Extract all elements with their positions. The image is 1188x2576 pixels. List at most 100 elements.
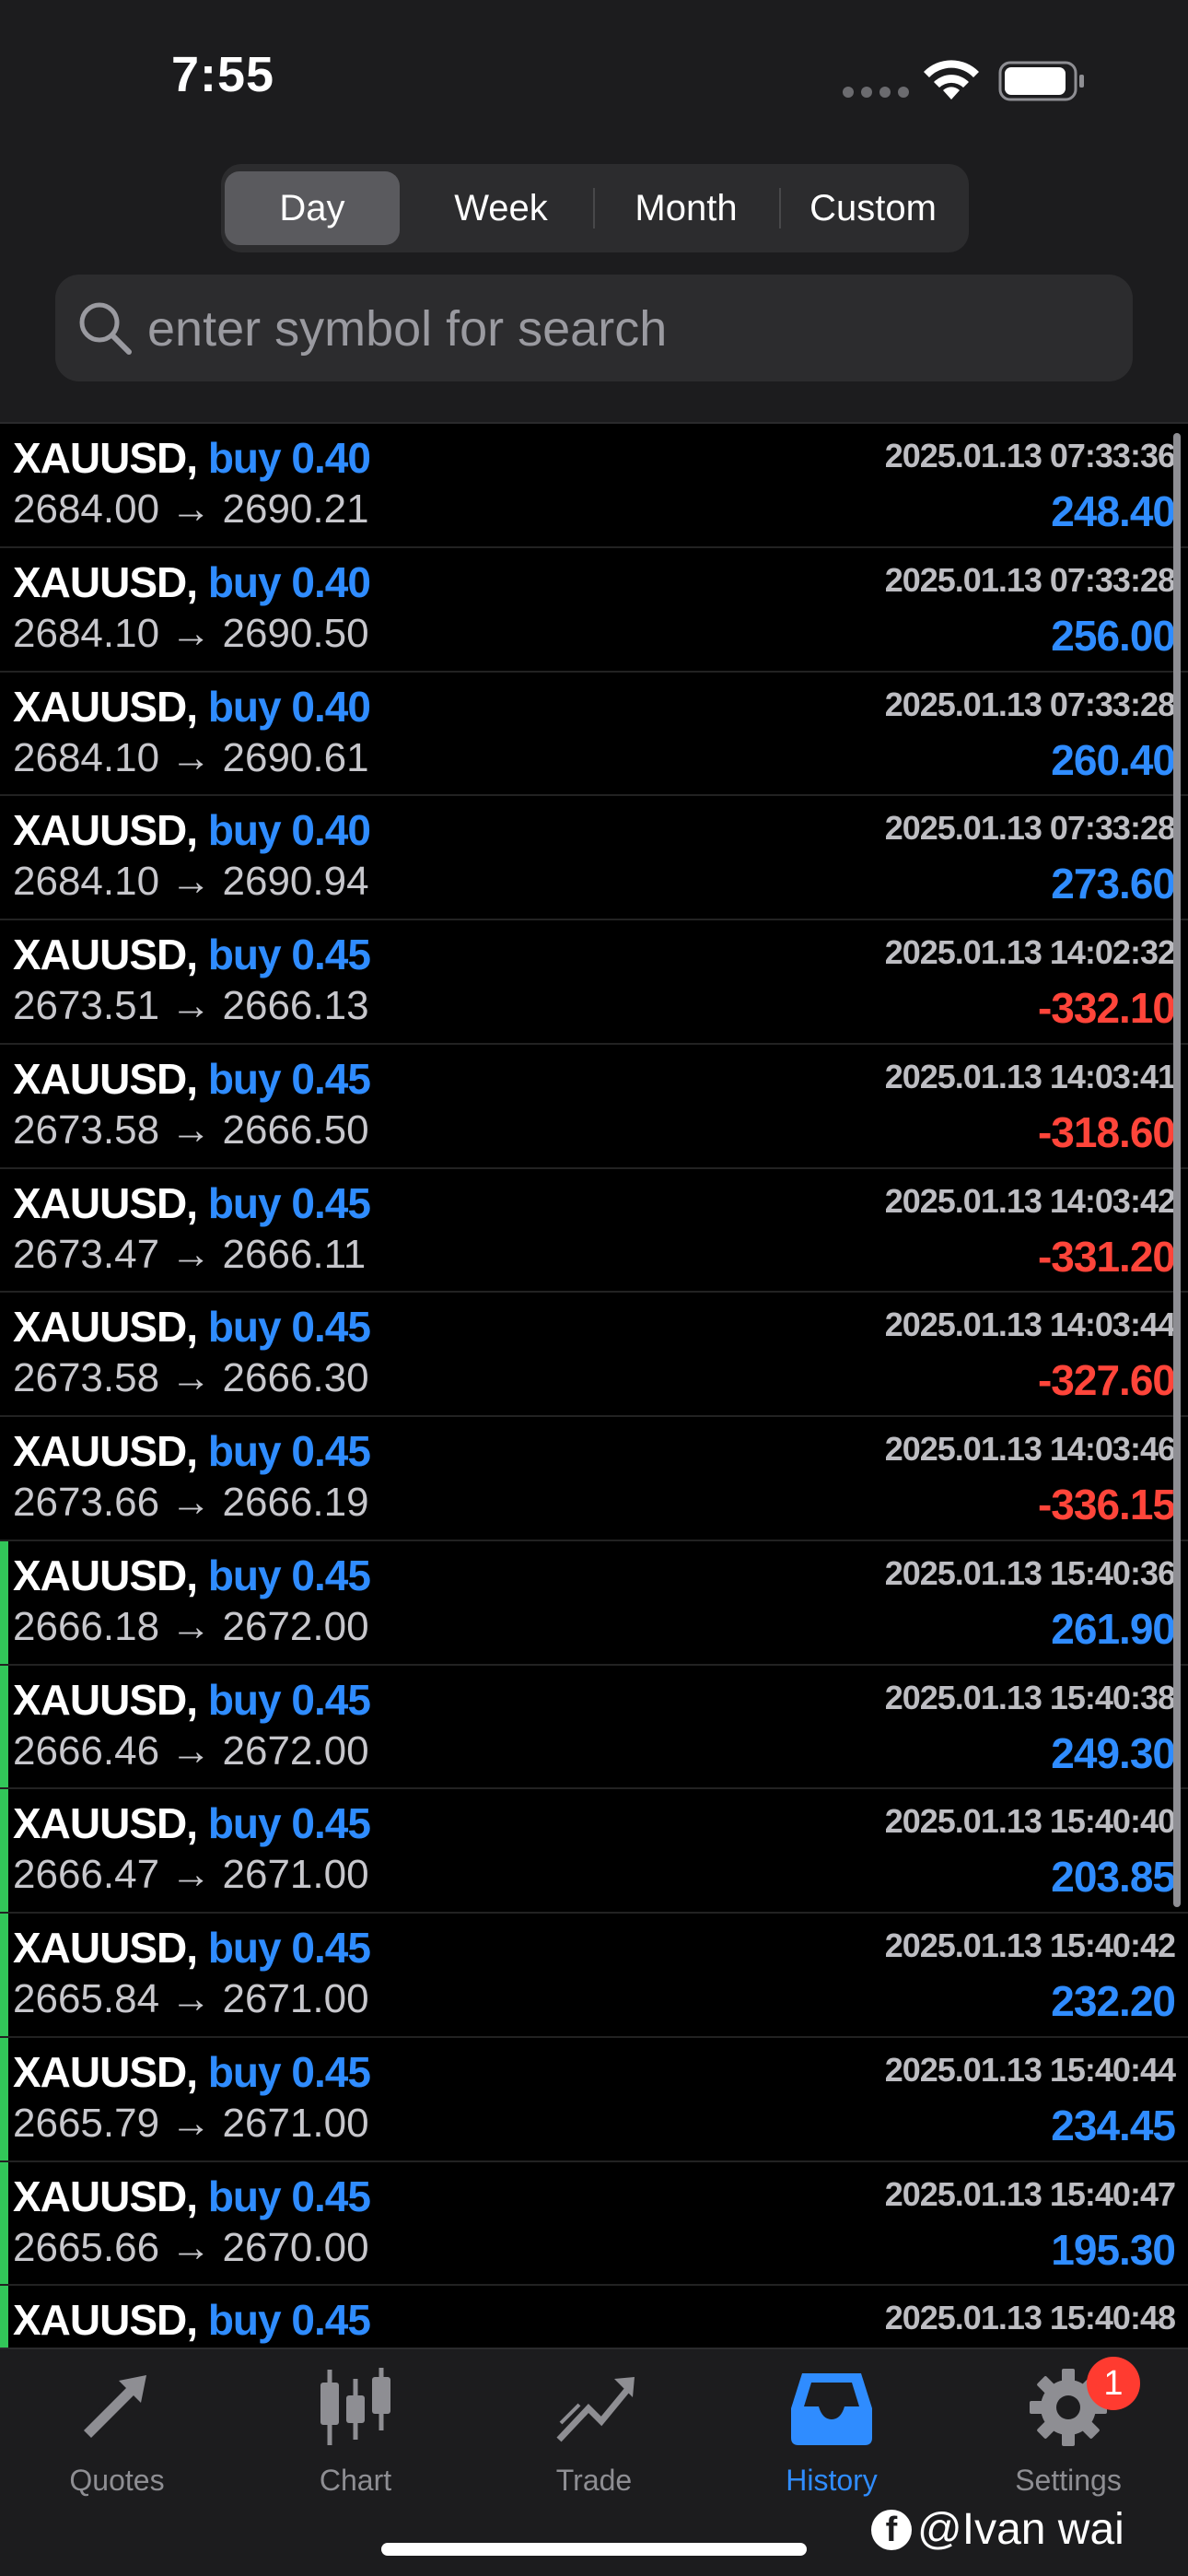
trade-time: 2025.01.13 15:40:36 — [884, 1553, 1176, 1592]
symbol-text: XAUUSD, — [13, 806, 198, 855]
trade-profit: -318.60 — [1037, 1107, 1176, 1156]
trade-history-list[interactable]: XAUUSD, buy 0.40 2025.01.13 07:33:36 2684.… — [0, 424, 1188, 2348]
search-icon — [79, 302, 132, 355]
trade-row[interactable]: XAUUSD, buy 0.40 2025.01.13 07:33:28 2684.… — [0, 673, 1188, 797]
trade-time: 2025.01.13 14:03:44 — [884, 1306, 1176, 1344]
home-indicator[interactable] — [381, 2543, 807, 2556]
trade-prices: 2673.58 → 2666.30 — [13, 1355, 369, 1401]
trade-profit: 261.90 — [1051, 1604, 1176, 1653]
scrollbar[interactable] — [1173, 433, 1181, 1907]
tab-chart[interactable]: Chart — [263, 2366, 448, 2513]
watermark-text: @Ivan wai — [917, 2505, 1124, 2554]
trade-row[interactable]: XAUUSD, buy 0.45 2025.01.13 15:40:42 2665.… — [0, 1914, 1188, 2038]
trade-row[interactable]: XAUUSD, buy 0.45 2025.01.13 14:03:41 2673.… — [0, 1045, 1188, 1169]
trade-side-volume: buy 0.45 — [207, 931, 371, 978]
status-time: 7:55 — [171, 47, 275, 102]
battery-icon — [998, 61, 1084, 101]
period-segmented-control: Day Week Month Custom — [221, 164, 969, 252]
trade-time: 2025.01.13 07:33:28 — [884, 685, 1176, 723]
trade-profit: 232.20 — [1051, 1977, 1176, 2025]
symbol-text: XAUUSD, — [13, 2047, 198, 2096]
tab-label: Chart — [319, 2464, 392, 2497]
tab-label: History — [786, 2464, 878, 2497]
trade-prices: 2665.84 → 2671.00 — [13, 1976, 369, 2021]
trade-row[interactable]: XAUUSD, buy 0.45 2025.01.13 15:40:40 2666.… — [0, 1789, 1188, 1914]
trade-profit: -327.60 — [1037, 1356, 1176, 1405]
trade-time: 2025.01.13 15:40:48 — [884, 2299, 1176, 2337]
trade-symbol: XAUUSD, buy 0.45 — [13, 1923, 371, 1973]
symbol-search-input[interactable]: enter symbol for search — [55, 275, 1133, 381]
tab-label: Settings — [1015, 2464, 1122, 2497]
trade-prices: 2673.51 → 2666.13 — [13, 983, 369, 1028]
trade-symbol: XAUUSD, buy 0.40 — [13, 805, 371, 855]
trade-time: 2025.01.13 14:03:41 — [884, 1057, 1176, 1095]
tab-label: Quotes — [69, 2464, 165, 2497]
trade-side-volume: buy 0.45 — [207, 2172, 371, 2220]
trade-symbol: XAUUSD, buy 0.45 — [13, 1178, 371, 1228]
trade-row[interactable]: XAUUSD, buy 0.45 2025.01.13 14:03:42 2673.… — [0, 1169, 1188, 1294]
trend-line-icon — [556, 2377, 635, 2442]
trade-time: 2025.01.13 15:40:44 — [884, 2050, 1176, 2089]
trade-row[interactable]: XAUUSD, buy 0.45 2025.01.13 14:03:44 2673.… — [0, 1293, 1188, 1417]
trade-side-volume: buy 0.45 — [207, 1551, 371, 1599]
trade-row[interactable]: XAUUSD, buy 0.45 2025.01.13 15:40:36 2666.… — [0, 1540, 1188, 1666]
trade-side-volume: buy 0.40 — [207, 434, 371, 482]
wifi-icon — [924, 60, 979, 100]
tab-history[interactable]: History — [740, 2366, 924, 2513]
facebook-icon: f — [871, 2509, 912, 2550]
symbol-text: XAUUSD, — [13, 1427, 198, 1475]
segment-month[interactable]: Month — [595, 171, 777, 245]
tab-trade[interactable]: Trade — [502, 2366, 686, 2513]
trade-row[interactable]: XAUUSD, buy 0.45 2025.01.13 15:40:44 2665.… — [0, 2037, 1188, 2162]
trade-row[interactable]: XAUUSD, buy 0.45 2025.01.13 14:02:32 2673.… — [0, 920, 1188, 1045]
trade-row[interactable]: XAUUSD, buy 0.45 2025.01.13 15:40:38 2666.… — [0, 1665, 1188, 1790]
trade-symbol: XAUUSD, buy 0.40 — [13, 433, 371, 483]
settings-badge: 1 — [1087, 2357, 1140, 2410]
symbol-text: XAUUSD, — [13, 2296, 198, 2345]
trade-side-volume: buy 0.45 — [207, 1178, 371, 1227]
trade-time: 2025.01.13 14:03:46 — [884, 1430, 1176, 1468]
symbol-text: XAUUSD, — [13, 1551, 198, 1599]
trade-symbol: XAUUSD, buy 0.45 — [13, 2172, 371, 2221]
trade-profit: 256.00 — [1051, 611, 1176, 660]
trade-time: 2025.01.13 14:03:42 — [884, 1181, 1176, 1220]
trade-row[interactable]: XAUUSD, buy 0.45 2025.01.13 15:40:48 — [0, 2286, 1188, 2348]
trade-side-volume: buy 0.45 — [207, 2296, 371, 2345]
trade-prices: 2684.10 → 2690.94 — [13, 859, 369, 905]
symbol-text: XAUUSD, — [13, 557, 198, 606]
trade-row[interactable]: XAUUSD, buy 0.45 2025.01.13 14:03:46 2673.… — [0, 1417, 1188, 1541]
symbol-text: XAUUSD, — [13, 1054, 198, 1103]
trade-profit: 248.40 — [1051, 487, 1176, 535]
trade-profit: 203.85 — [1051, 1853, 1176, 1902]
segment-custom[interactable]: Custom — [781, 171, 965, 245]
trade-prices: 2684.10 → 2690.50 — [13, 610, 369, 656]
trade-row[interactable]: XAUUSD, buy 0.40 2025.01.13 07:33:36 2684.… — [0, 424, 1188, 548]
symbol-text: XAUUSD, — [13, 1799, 198, 1848]
trade-side-volume: buy 0.45 — [207, 1675, 371, 1724]
trade-symbol: XAUUSD, buy 0.40 — [13, 557, 371, 607]
symbol-text: XAUUSD, — [13, 1303, 198, 1352]
trade-row[interactable]: XAUUSD, buy 0.40 2025.01.13 07:33:28 2684.… — [0, 548, 1188, 673]
signal-dots-icon — [843, 87, 909, 98]
segment-week[interactable]: Week — [411, 171, 591, 245]
trade-time: 2025.01.13 15:40:40 — [884, 1802, 1176, 1841]
trade-symbol: XAUUSD, buy 0.45 — [13, 930, 371, 979]
segment-day[interactable]: Day — [225, 171, 400, 245]
watermark: f @Ivan wai — [871, 2504, 1124, 2555]
symbol-text: XAUUSD, — [13, 434, 198, 482]
trade-time: 2025.01.13 07:33:36 — [884, 437, 1176, 474]
trade-side-volume: buy 0.40 — [207, 557, 371, 606]
tab-quotes[interactable]: Quotes — [25, 2366, 209, 2513]
trade-row[interactable]: XAUUSD, buy 0.40 2025.01.13 07:33:28 2684.… — [0, 796, 1188, 920]
symbol-text: XAUUSD, — [13, 931, 198, 978]
trade-time: 2025.01.13 07:33:28 — [884, 809, 1176, 848]
trade-symbol: XAUUSD, buy 0.45 — [13, 1302, 371, 1352]
trade-symbol: XAUUSD, buy 0.45 — [13, 1551, 371, 1600]
trade-symbol: XAUUSD, buy 0.45 — [13, 1054, 371, 1104]
trade-row[interactable]: XAUUSD, buy 0.45 2025.01.13 15:40:47 2665.… — [0, 2161, 1188, 2287]
trade-profit: 273.60 — [1051, 860, 1176, 908]
trade-symbol: XAUUSD, buy 0.45 — [13, 1798, 371, 1848]
search-placeholder: enter symbol for search — [147, 301, 668, 357]
trade-prices: 2665.79 → 2671.00 — [13, 2100, 369, 2146]
trade-time: 2025.01.13 07:33:28 — [884, 560, 1176, 599]
